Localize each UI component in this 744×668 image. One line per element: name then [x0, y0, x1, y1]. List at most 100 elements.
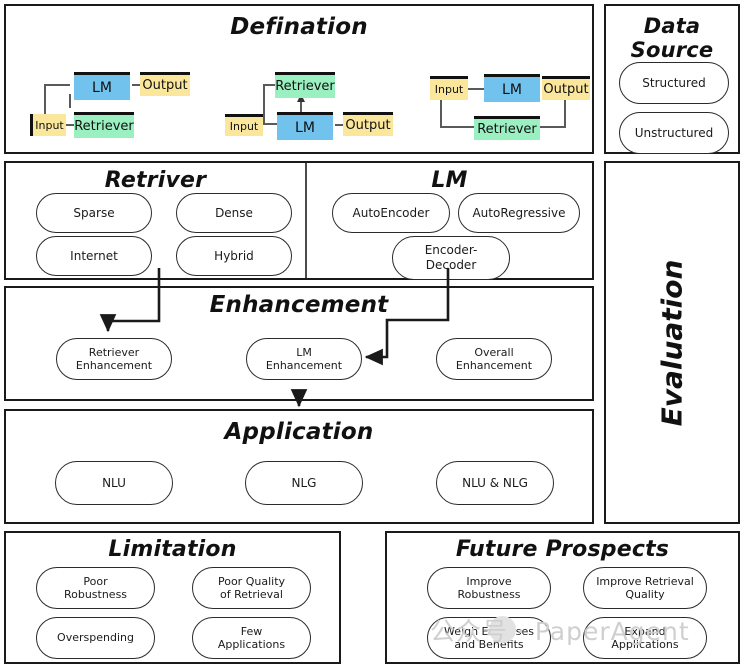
pill-label-line1: Few [240, 624, 263, 638]
pill-label-line1: Improve Retrieval [596, 574, 694, 588]
node-retriever: Retriever [275, 72, 335, 98]
pill-label-line2: Enhancement [455, 359, 533, 372]
watermark-text: 公众号 · PaperAgent [430, 617, 690, 646]
pill-internet[interactable]: Internet [36, 236, 152, 276]
node-label: Retriever [74, 119, 134, 134]
pill-label-line1: Improve [466, 574, 512, 588]
node-label: Output [543, 82, 589, 97]
pill-poor-robustness[interactable]: Poor Robustness [36, 567, 155, 609]
pill-label: Sparse [73, 205, 115, 220]
panel-enhancement: Enhancement Retriever Enhancement LM Enh… [4, 286, 594, 401]
pill-improve-retrieval-quality[interactable]: Improve Retrieval Quality [583, 567, 707, 609]
node-label: Input [434, 83, 464, 96]
pill-label-line2: Enhancement [75, 359, 153, 372]
pill-retriever-enhancement[interactable]: Retriever Enhancement [56, 338, 172, 380]
pill-label-line1: Retriever [88, 345, 140, 359]
node-output: Output [140, 72, 190, 96]
panel-limitation: Limitation Poor Robustness Poor Quality … [4, 531, 341, 664]
pill-few-applications[interactable]: Few Applications [192, 617, 311, 659]
pill-overall-enhancement[interactable]: Overall Enhancement [436, 338, 552, 380]
pill-label-line2: Enhancement [265, 359, 343, 372]
pill-label: NLU [102, 475, 126, 490]
pill-label-line1: Encoder- [424, 243, 478, 258]
pill-label-line1: Overall [474, 345, 514, 359]
panel-defination: Defination LM Output Input Retriever Ret… [4, 4, 594, 154]
pill-label: Structured [642, 75, 706, 90]
pill-label: AutoEncoder [352, 205, 430, 220]
pill-label: AutoRegressive [472, 205, 566, 220]
pill-label-line2: Applications [217, 638, 286, 651]
connector [564, 98, 566, 128]
connector [440, 126, 476, 128]
node-input: Input [30, 114, 66, 136]
node-label: LM [502, 81, 522, 98]
defination-diagram-2: Retriever Input LM Output [211, 6, 411, 156]
pill-label-line1: Poor [83, 574, 108, 588]
pill-hybrid[interactable]: Hybrid [176, 236, 292, 276]
data-source-title: Data Source [630, 14, 714, 62]
pill-dense[interactable]: Dense [176, 193, 292, 233]
node-lm: LM [74, 72, 130, 100]
node-label: Retriever [275, 79, 335, 94]
enhancement-title: Enhancement [209, 292, 389, 318]
node-label: LM [92, 79, 112, 96]
pill-label-line2: of Retrieval [220, 588, 283, 601]
node-label: LM [295, 119, 315, 136]
pill-label-line2: Quality [625, 588, 665, 601]
connector [44, 84, 46, 114]
node-output: Output [542, 76, 590, 100]
pill-nlg[interactable]: NLG [245, 461, 363, 505]
pill-label-line2: Decoder [425, 258, 477, 272]
limitation-title: Limitation [108, 537, 237, 562]
node-label: Retriever [477, 122, 537, 137]
pill-label: Hybrid [214, 248, 254, 263]
panel-evaluation: Evaluation [604, 161, 740, 524]
pill-label-line2: Robustness [63, 588, 128, 601]
pill-nlu[interactable]: NLU [55, 461, 173, 505]
node-retriever: Retriever [74, 112, 134, 138]
connector [440, 98, 442, 128]
node-input: Input [430, 76, 468, 100]
pill-label-line1: LM [296, 345, 312, 359]
node-lm: LM [484, 74, 540, 102]
pill-label: Overspending [57, 631, 134, 645]
pill-poor-quality-of-retrieval[interactable]: Poor Quality of Retrieval [192, 567, 311, 609]
connector [44, 84, 70, 86]
connector [538, 126, 566, 128]
panel-retriver-lm: Retriver LM Sparse Dense Internet Hybrid… [4, 161, 594, 280]
pill-label-line1: Poor Quality [217, 574, 286, 588]
defination-diagram-3: Input LM Output Retriever [416, 6, 601, 156]
pill-sparse[interactable]: Sparse [36, 193, 152, 233]
node-label: Output [142, 78, 188, 93]
node-label: Output [345, 118, 391, 133]
lm-title: LM [431, 168, 468, 193]
pill-unstructured[interactable]: Unstructured [619, 112, 729, 154]
pill-improve-robustness[interactable]: Improve Robustness [427, 567, 551, 609]
pill-autoencoder[interactable]: AutoEncoder [332, 193, 450, 233]
connector [69, 94, 71, 108]
defination-diagram-1: LM Output Input Retriever [6, 6, 206, 156]
panel-application: Application NLU NLG NLU & NLG [4, 409, 594, 524]
future-prospects-title: Future Prospects [455, 537, 670, 562]
node-input: Input [225, 114, 263, 136]
node-label: Input [35, 118, 64, 132]
pill-nlu-nlg[interactable]: NLU & NLG [436, 461, 554, 505]
node-label: Input [229, 120, 259, 133]
node-output: Output [343, 112, 393, 136]
panel-data-source: Data Source Structured Unstructured [604, 4, 740, 154]
pill-overspending[interactable]: Overspending [36, 617, 155, 659]
pill-autoregressive[interactable]: AutoRegressive [458, 193, 580, 233]
evaluation-title: Evaluation [655, 259, 689, 426]
pill-label-line2: Robustness [457, 588, 521, 601]
pill-label: NLG [291, 475, 317, 490]
pill-structured[interactable]: Structured [619, 62, 729, 104]
pill-label: Dense [215, 205, 253, 220]
retriver-title: Retriver [104, 168, 207, 193]
pill-label: Unstructured [634, 125, 714, 140]
pill-label: Internet [70, 248, 118, 263]
node-lm: LM [277, 112, 333, 140]
node-retriever: Retriever [474, 116, 540, 140]
pill-lm-enhancement[interactable]: LM Enhancement [246, 338, 362, 380]
pill-encoder-decoder[interactable]: Encoder- Decoder [392, 236, 510, 280]
application-title: Application [224, 419, 374, 445]
